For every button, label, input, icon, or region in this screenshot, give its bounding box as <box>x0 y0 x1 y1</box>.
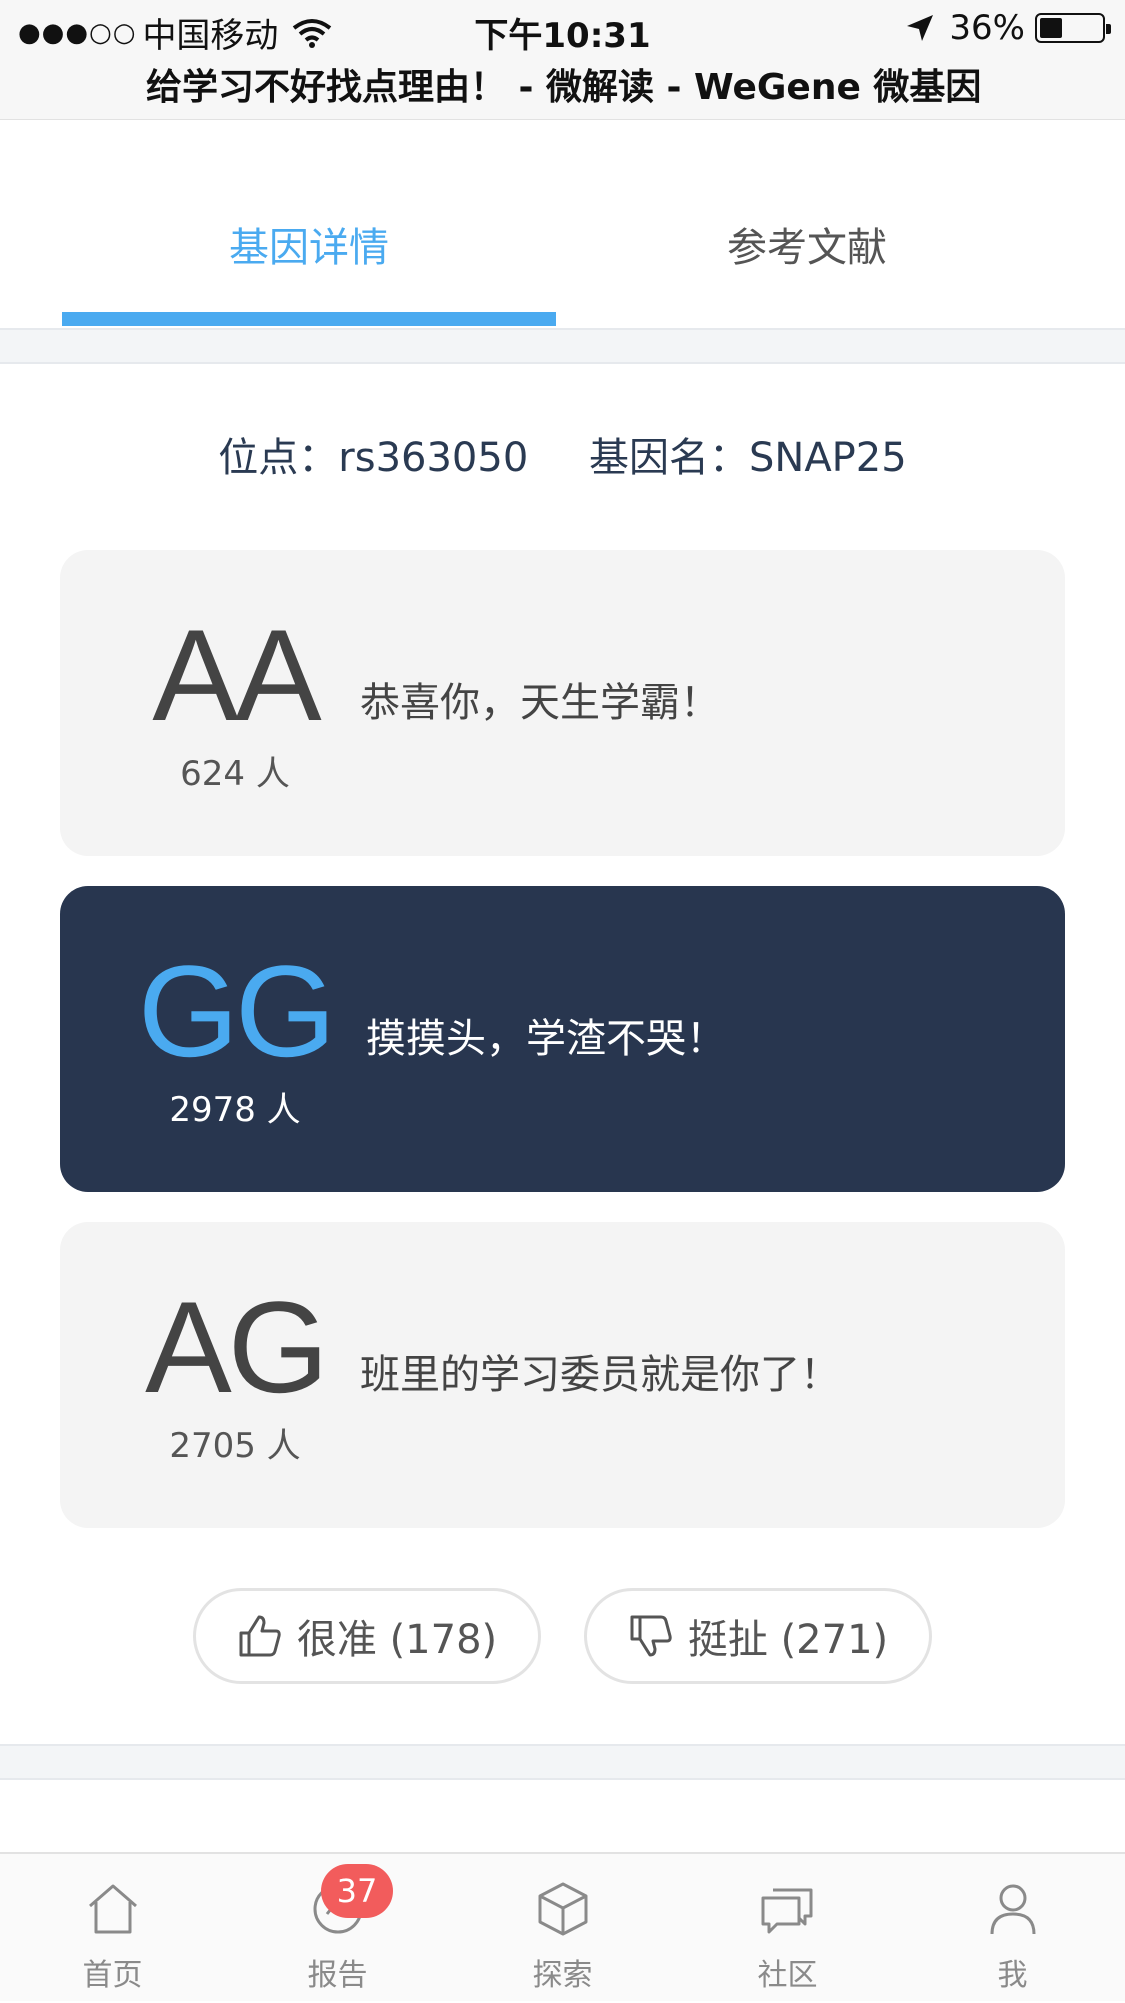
bottom-nav: 首页 37 报告 探索 社区 我 <box>0 1852 1125 2001</box>
nav-label: 我 <box>997 1958 1028 1993</box>
tab-bar: 基因详情 参考文献 <box>0 180 1125 328</box>
nav-item-community[interactable]: 社区 <box>675 1854 900 2003</box>
thumbs-down-icon <box>630 1615 672 1657</box>
genotype-count: 2705 人 <box>169 1426 301 1466</box>
user-icon <box>990 1884 1036 1935</box>
genotype-description: 班里的学习委员就是你了！ <box>360 1352 840 1398</box>
site-info: 位点：rs363050 基因名：SNAP25 <box>0 425 1125 483</box>
cube-icon <box>538 1882 588 1936</box>
nav-item-report[interactable]: 37 报告 <box>225 1854 450 2003</box>
vote-inaccurate-button[interactable]: 挺扯 (271) <box>584 1588 932 1684</box>
home-icon <box>89 1884 137 1934</box>
tab-references[interactable]: 参考文献 <box>560 180 1054 328</box>
nav-label: 首页 <box>82 1958 143 1993</box>
location-arrow-icon <box>907 15 934 41</box>
vote-accurate-button[interactable]: 很准 (178) <box>193 1588 541 1684</box>
top-spacer <box>0 120 1125 182</box>
battery-tip <box>1106 24 1111 34</box>
gene-info: 基因名：SNAP25 <box>589 435 907 481</box>
genotype-description: 恭喜你，天生学霸！ <box>360 680 720 726</box>
gene-label: 基因名： <box>589 435 749 481</box>
vote-inaccurate-label: 挺扯 (271) <box>687 1617 889 1663</box>
position-value: rs363050 <box>338 435 529 481</box>
tab-gene-details[interactable]: 基因详情 <box>62 180 556 328</box>
genotype-code: AG <box>145 1274 329 1420</box>
genotype-count: 624 人 <box>180 754 290 794</box>
battery-icon <box>1035 13 1111 43</box>
genotype-count: 2978 人 <box>169 1090 301 1130</box>
vote-accurate-label: 很准 (178) <box>296 1617 498 1663</box>
genotype-code: GG <box>137 938 336 1084</box>
footer-divider <box>0 1744 1125 1780</box>
section-divider <box>0 328 1125 364</box>
thumbs-up-icon <box>239 1615 281 1657</box>
nav-label: 探索 <box>532 1958 593 1993</box>
status-bar: ●●●○○ 中国移动 下午10:31 36% <box>0 0 1125 60</box>
page-title: 给学习不好找点理由！ - 微解读 - WeGene 微基因 <box>0 60 1125 120</box>
nav-label: 报告 <box>307 1958 368 1993</box>
position-label: 位点： <box>218 435 339 481</box>
genotype-card-aa: AA 624 人 恭喜你，天生学霸！ <box>60 550 1065 856</box>
nav-label: 社区 <box>757 1958 818 1993</box>
genotype-card-gg: GG 2978 人 摸摸头，学渣不哭！ <box>60 886 1065 1192</box>
active-tab-indicator <box>62 312 556 326</box>
status-right: 36% <box>905 8 1111 48</box>
nav-item-explore[interactable]: 探索 <box>450 1854 675 2003</box>
genotype-description: 摸摸头，学渣不哭！ <box>366 1016 726 1062</box>
report-badge: 37 <box>321 1864 393 1918</box>
genotype-code: AA <box>152 602 321 748</box>
battery-fill <box>1040 18 1062 38</box>
position-info: 位点：rs363050 <box>218 435 528 481</box>
genotype-card-ag: AG 2705 人 班里的学习委员就是你了！ <box>60 1222 1065 1528</box>
chat-icon <box>761 1888 813 1934</box>
nav-item-me[interactable]: 我 <box>900 1854 1125 2003</box>
battery-percent: 36% <box>949 8 1025 48</box>
nav-item-home[interactable]: 首页 <box>0 1854 225 2003</box>
gene-value: SNAP25 <box>749 435 907 481</box>
